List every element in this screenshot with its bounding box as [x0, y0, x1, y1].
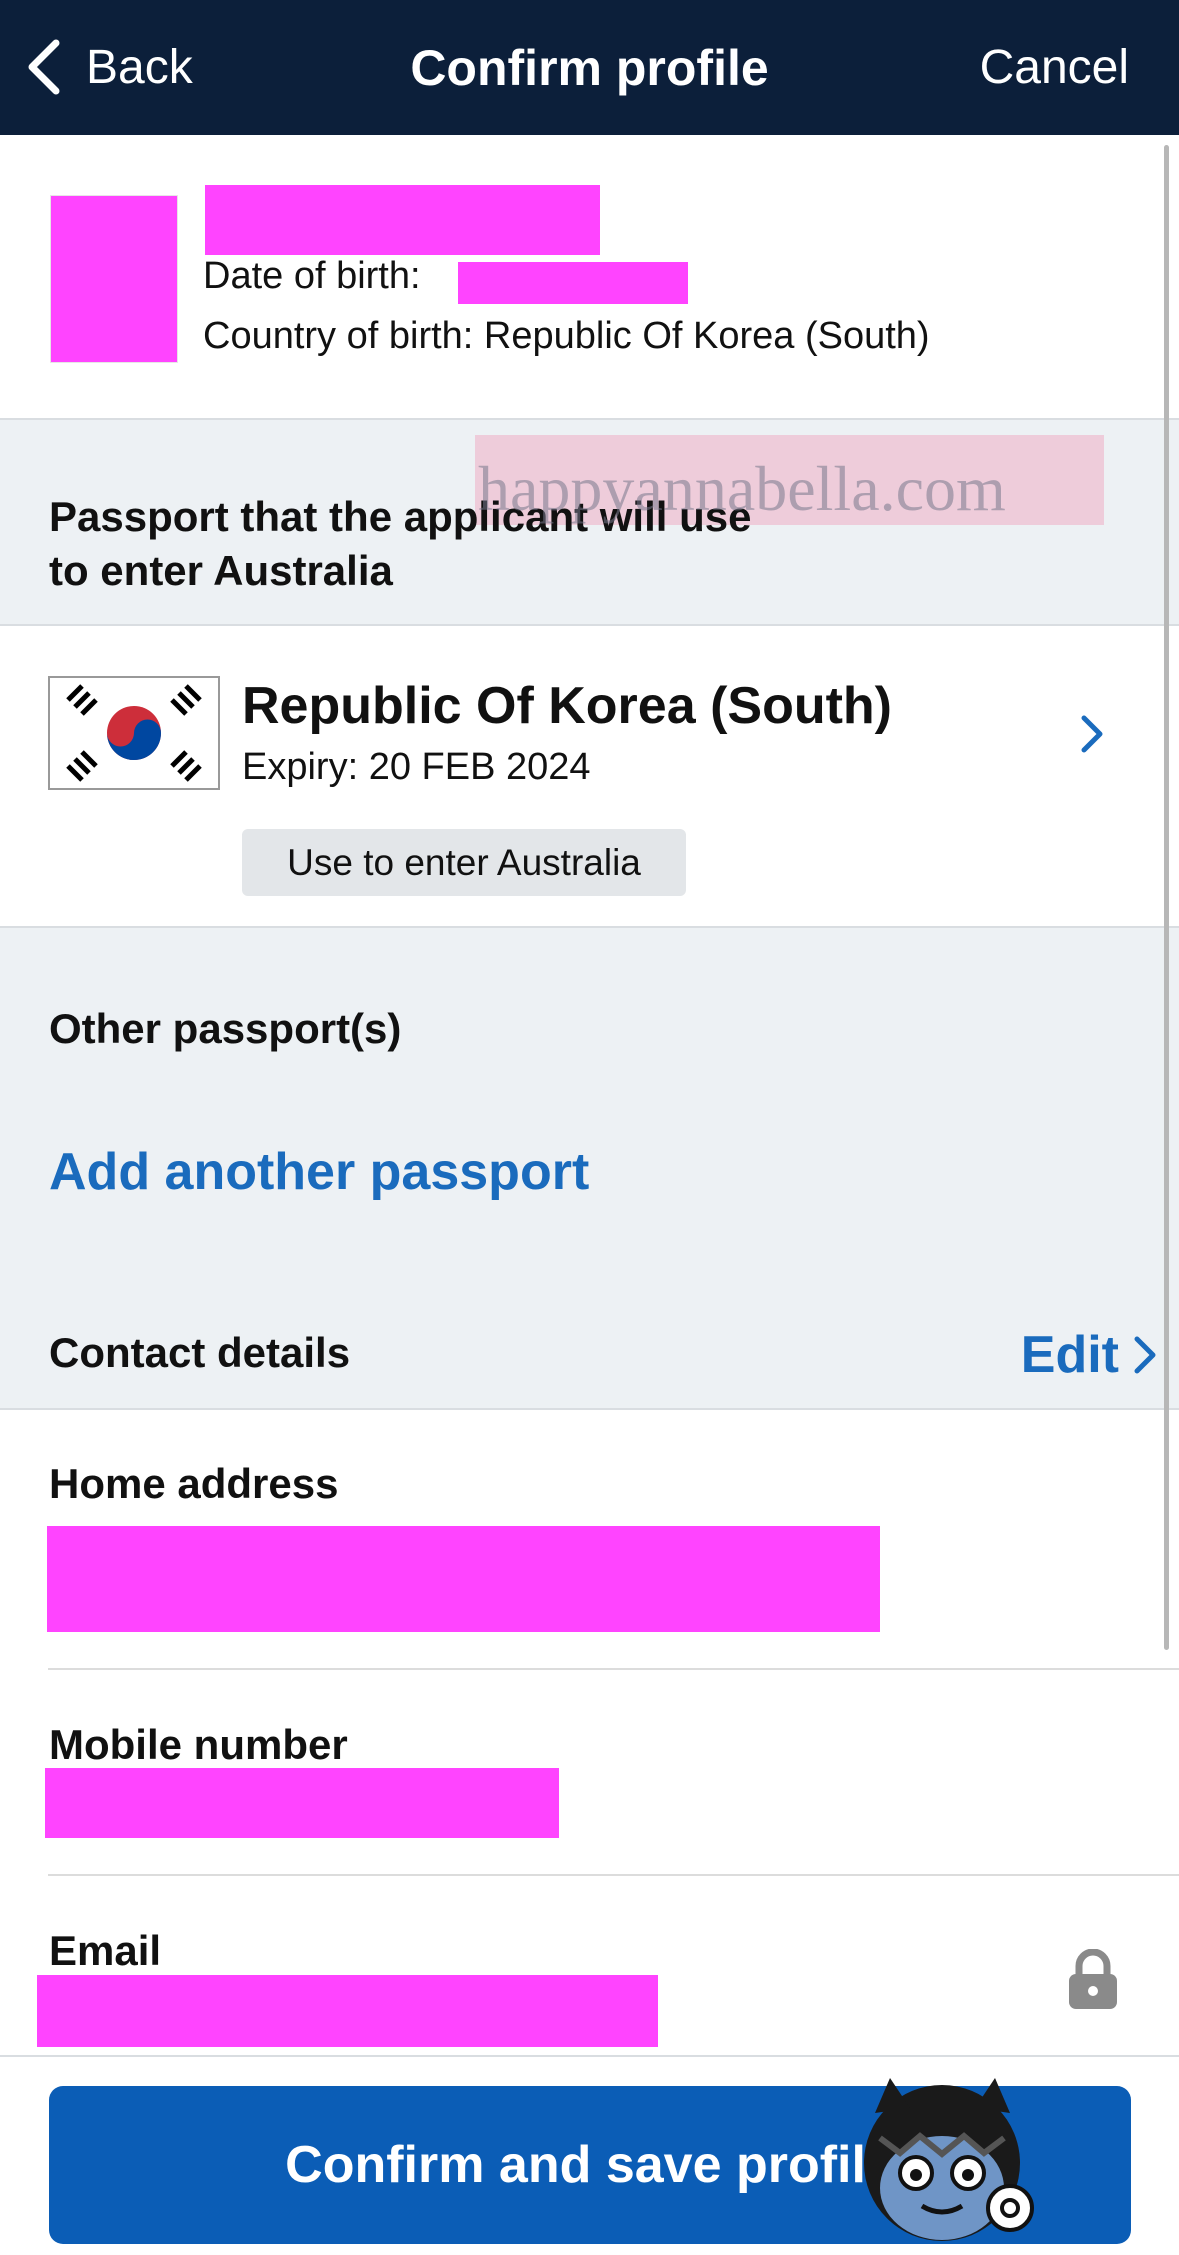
email-redacted	[37, 1975, 658, 2047]
mobile-number-redacted	[45, 1768, 559, 1838]
name-redacted	[205, 185, 600, 255]
divider	[48, 1668, 1179, 1670]
profile-photo-redacted	[50, 195, 178, 363]
chevron-left-icon	[28, 39, 60, 95]
passport-row[interactable]: Republic Of Korea (South) Expiry: 20 FEB…	[0, 626, 1179, 926]
mascot-sticker-icon	[864, 2078, 1034, 2241]
passport-expiry: Expiry: 20 FEB 2024	[242, 746, 591, 788]
mobile-number-label: Mobile number	[49, 1721, 348, 1768]
back-label: Back	[86, 40, 193, 94]
home-address-redacted	[47, 1526, 880, 1632]
edit-contact-button[interactable]: Edit	[1021, 1320, 1157, 1390]
contact-details-heading: Contact details	[49, 1329, 351, 1376]
top-nav-bar: Back Confirm profile Cancel	[0, 0, 1179, 135]
scrollbar[interactable]	[1164, 145, 1169, 1650]
add-another-passport-link[interactable]: Add another passport	[49, 1142, 589, 1202]
date-of-birth-label: Date of birth:	[203, 255, 421, 297]
date-of-birth-redacted	[458, 262, 688, 304]
watermark-text: happyannabella.com	[478, 453, 1006, 524]
profile-summary: Date of birth: Country of birth: Republi…	[0, 135, 1179, 420]
chevron-right-icon	[1081, 715, 1103, 753]
use-to-enter-badge: Use to enter Australia	[242, 829, 686, 896]
cancel-button[interactable]: Cancel	[980, 0, 1129, 135]
home-address-label: Home address	[49, 1460, 339, 1507]
country-of-birth: Country of birth: Republic Of Korea (Sou…	[203, 315, 930, 357]
passport-heading-line2: to enter Australia	[49, 547, 393, 594]
south-korea-flag-icon	[48, 676, 220, 790]
divider	[48, 1874, 1179, 1876]
divider	[0, 1408, 1179, 1410]
chevron-right-icon	[1134, 1336, 1156, 1374]
email-label: Email	[49, 1927, 162, 1974]
passport-country: Republic Of Korea (South)	[242, 677, 892, 735]
edit-label: Edit	[1020, 1326, 1119, 1384]
other-passports-heading: Other passport(s)	[49, 1005, 402, 1052]
back-button[interactable]: Back	[24, 30, 193, 104]
lock-icon	[1069, 1949, 1117, 2009]
